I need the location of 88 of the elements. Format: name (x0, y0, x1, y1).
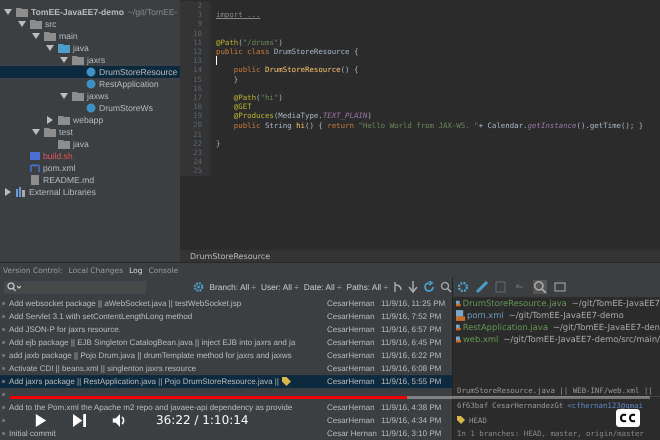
search-icon (7, 282, 21, 292)
file-path: ~/git/TomEE-JavaEE7-demo/src/main/ (503, 334, 660, 344)
tag-icon (457, 416, 465, 424)
commit-author: CesarHernan (327, 416, 376, 425)
commit-date: 11/9/16, 11:25 PM (381, 299, 446, 308)
expand-arrow-icon[interactable] (60, 92, 68, 100)
folder-icon (58, 115, 70, 125)
commit-author: CesarHernan (327, 325, 376, 334)
file-icon (30, 175, 40, 185)
tree-item[interactable]: jaxws (87, 91, 108, 101)
commit-date: 11/9/16, 6:57 PM (381, 325, 442, 334)
commit-message[interactable]: Add to the Pom.xml the Apache m2 repo and javaee-api dependency as provide (9, 403, 292, 412)
tree-item[interactable]: RestApplication (99, 79, 159, 89)
filter-dropdown[interactable]: User: All ÷ (261, 282, 299, 292)
commit-author: CesarHernan (327, 377, 376, 386)
file-path: ~/git/TomEE-JavaEE7-demo (508, 310, 624, 320)
commit-date: 11/9/16, 6:08 PM (381, 364, 442, 373)
commit-author: CesarHernan (327, 299, 376, 308)
file-path: ~/git/TomEE-JavaEE7 (572, 298, 660, 308)
expand-arrow-icon[interactable] (4, 188, 12, 196)
search-icon[interactable] (533, 280, 547, 294)
file-name[interactable]: web.xml (462, 334, 498, 344)
tree-item[interactable]: External Libraries (29, 187, 96, 197)
commit-author: CesarHernan (327, 338, 376, 347)
class-icon (86, 103, 96, 113)
refresh-icon[interactable] (423, 281, 435, 293)
closed-captions-icon[interactable] (616, 409, 640, 427)
video-time: 36:22 / 1:10:14 (156, 414, 249, 427)
search-icon[interactable] (440, 281, 452, 293)
tree-item[interactable]: test (59, 127, 73, 137)
commit-message[interactable]: Add Servlet 3.1 with setContentLengthLong method (9, 312, 192, 321)
file-path: ~/git/TomEE-JavaEE7-den (552, 322, 660, 332)
commit-date: 11/9/16, 6:22 PM (381, 351, 442, 360)
down-arrow-icon[interactable] (408, 281, 418, 293)
commit-message[interactable]: Add JSON-P for jaxrs resource. (9, 325, 121, 334)
commit-date: 11/9/16, 3:10 PM (381, 429, 442, 438)
library-icon (16, 187, 26, 197)
file-name[interactable]: DrumStoreResource.java (462, 298, 567, 308)
tree-item[interactable]: main (59, 31, 78, 41)
commit-author: CesarHernan (327, 364, 376, 373)
commit-message[interactable]: add jaxb package || Pojo Drum.java || drumTemplate method for jaxrs and jaxws (9, 351, 292, 360)
commit-date: 11/9/16, 6:45 PM (381, 338, 442, 347)
tree-item[interactable]: pom.xml (43, 163, 76, 173)
play-icon[interactable] (33, 414, 49, 427)
commit-author: CesarHernan (327, 351, 376, 360)
folder-icon (58, 139, 70, 149)
file-name[interactable]: pom.xml (467, 310, 504, 320)
commit-date: 11/9/16, 4:34 PM (381, 416, 442, 425)
filter-dropdown[interactable]: Date: All ÷ (304, 282, 342, 292)
project-path: ~/git/TomEE- (128, 7, 178, 17)
folder-icon (72, 91, 84, 101)
folder-icon (16, 7, 28, 17)
tree-item[interactable]: webapp (73, 115, 104, 125)
commit-message[interactable]: Add ejb package || EJB Singleton CatalogBean.java || inject EJB into jaxrs and ja (9, 338, 296, 347)
commit-date: 11/9/16, 4:38 PM (381, 403, 442, 412)
tree-item[interactable]: java (73, 43, 89, 53)
commit-author: Cesar Hernan (327, 429, 378, 438)
terminal-file-icon (30, 151, 40, 161)
commit-message[interactable]: Initial commit (9, 429, 56, 438)
preview-icon[interactable] (554, 281, 566, 293)
commit-message[interactable]: Add websocket package || aWebSocket.java || testWebSocket.jsp (9, 299, 242, 308)
breadcrumb[interactable]: DrumStoreResource (190, 252, 270, 260)
tree-item[interactable]: build.sh (43, 151, 73, 161)
filter-dropdown[interactable]: Paths: All ÷ (346, 282, 388, 292)
commit-date: 11/9/16, 5:55 PM (381, 377, 442, 386)
tree-item[interactable]: README.md (43, 175, 94, 185)
next-icon[interactable] (73, 414, 86, 427)
tree-item[interactable]: DrumStoreWs (99, 103, 153, 113)
branch-icon[interactable] (393, 281, 403, 293)
commit-message[interactable]: Add jaxrs package || RestApplication.java || Pojo DrumStoreResource.java || (9, 377, 279, 386)
tree-item[interactable]: src (45, 19, 56, 29)
tree-item[interactable]: jaxrs (87, 55, 106, 65)
commit-date: 11/9/16, 7:52 PM (381, 312, 442, 321)
tree-item[interactable]: java (73, 139, 89, 149)
folder-icon (30, 19, 42, 29)
search-field[interactable] (4, 280, 146, 294)
commit-message[interactable]: Activate CDI || beans.xml || singlenton jaxrs resource (9, 364, 196, 373)
settings-icon[interactable] (457, 281, 469, 293)
folder-icon (44, 31, 56, 41)
maven-file-icon (30, 163, 40, 173)
commit-author: CesarHernan (327, 312, 376, 321)
folder-icon (58, 43, 70, 53)
tree-item[interactable]: TomEE-JavaEE7-demo (31, 7, 124, 17)
folder-icon (44, 127, 56, 137)
commit-author: CesarHernan (327, 403, 376, 412)
file-name[interactable]: RestApplication.java (462, 322, 548, 332)
settings-icon[interactable] (193, 281, 204, 293)
filter-dropdown[interactable]: Branch: All ÷ (210, 282, 256, 292)
